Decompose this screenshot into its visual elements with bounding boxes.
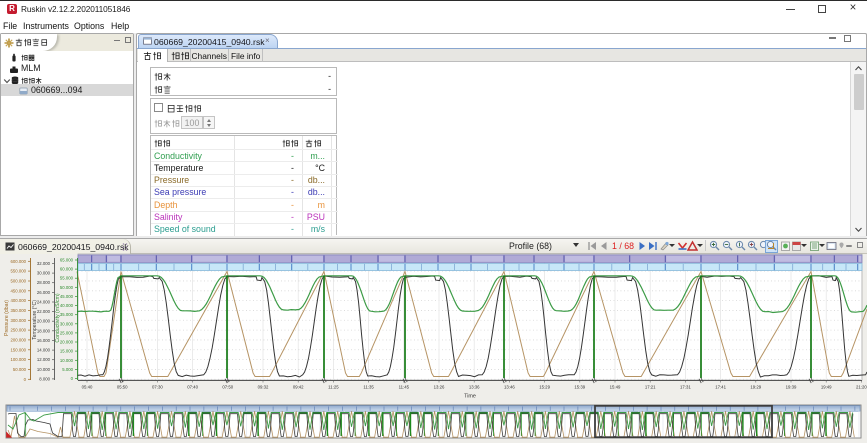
- svg-text:16.000: 16.000: [37, 338, 51, 343]
- svg-text:21:20: 21:20: [856, 385, 867, 390]
- svg-text:22.000: 22.000: [37, 309, 51, 314]
- svg-text:07:40: 07:40: [187, 385, 198, 390]
- svg-text:15.000: 15.000: [60, 349, 74, 354]
- svg-text:28.000: 28.000: [37, 280, 51, 285]
- svg-text:50.000: 50.000: [13, 367, 27, 372]
- svg-text:15:49: 15:49: [610, 385, 621, 390]
- svg-text:150.000: 150.000: [10, 347, 26, 352]
- svg-text:450.000: 450.000: [10, 288, 26, 293]
- svg-text:100.000: 100.000: [10, 357, 26, 362]
- svg-text:17:31: 17:31: [680, 385, 691, 390]
- svg-text:300.000: 300.000: [10, 318, 26, 323]
- svg-text:20.000: 20.000: [60, 340, 74, 345]
- svg-text:50.000: 50.000: [60, 285, 74, 290]
- svg-text:30.000: 30.000: [37, 271, 51, 276]
- svg-text:11:35: 11:35: [363, 385, 374, 390]
- svg-text:15:39: 15:39: [574, 385, 585, 390]
- svg-text:07:50: 07:50: [222, 385, 233, 390]
- svg-text:600.000: 600.000: [10, 259, 26, 264]
- svg-text:13:26: 13:26: [434, 385, 445, 390]
- svg-text:200.000: 200.000: [10, 337, 26, 342]
- svg-text:05:50: 05:50: [117, 385, 128, 390]
- svg-text:55.000: 55.000: [60, 276, 74, 281]
- svg-text:11:25: 11:25: [328, 385, 339, 390]
- svg-text:18.000: 18.000: [37, 328, 51, 333]
- svg-text:07:30: 07:30: [152, 385, 163, 390]
- svg-text:09:32: 09:32: [258, 385, 269, 390]
- svg-text:250.000: 250.000: [10, 328, 26, 333]
- svg-text:45.000: 45.000: [60, 294, 74, 299]
- svg-text:550.000: 550.000: [10, 269, 26, 274]
- svg-text:05:40: 05:40: [82, 385, 93, 390]
- svg-text:350.000: 350.000: [10, 308, 26, 313]
- svg-text:8.000: 8.000: [39, 376, 50, 381]
- svg-text:400.000: 400.000: [10, 298, 26, 303]
- svg-text:17:41: 17:41: [715, 385, 726, 390]
- svg-text:Temperature (°C): Temperature (°C): [32, 300, 38, 340]
- svg-text:24.000: 24.000: [37, 300, 51, 305]
- svg-text:65.000: 65.000: [60, 258, 74, 263]
- svg-text:60.000: 60.000: [60, 267, 74, 272]
- svg-text:09:42: 09:42: [293, 385, 304, 390]
- svg-text:10.000: 10.000: [60, 358, 74, 363]
- svg-text:0: 0: [71, 376, 74, 381]
- svg-text:12.000: 12.000: [37, 357, 51, 362]
- svg-text:19:29: 19:29: [750, 385, 761, 390]
- svg-text:5.000: 5.000: [62, 367, 73, 372]
- svg-text:40.000: 40.000: [60, 303, 74, 308]
- svg-text:35.000: 35.000: [60, 312, 74, 317]
- svg-text:10.000: 10.000: [37, 367, 51, 372]
- svg-text:500.000: 500.000: [10, 279, 26, 284]
- svg-text:11:45: 11:45: [399, 385, 410, 390]
- svg-text:26.000: 26.000: [37, 290, 51, 295]
- svg-text:32.000: 32.000: [37, 261, 51, 266]
- svg-text:13:36: 13:36: [469, 385, 480, 390]
- svg-text:Pressure (dbar): Pressure (dbar): [4, 300, 10, 336]
- svg-text:19:49: 19:49: [821, 385, 832, 390]
- svg-text:13:46: 13:46: [504, 385, 515, 390]
- svg-text:30.000: 30.000: [60, 321, 74, 326]
- svg-text:19:39: 19:39: [786, 385, 797, 390]
- svg-text:20.000: 20.000: [37, 319, 51, 324]
- svg-text:Time: Time: [464, 394, 476, 400]
- svg-text:14.000: 14.000: [37, 348, 51, 353]
- svg-text:17:21: 17:21: [645, 385, 656, 390]
- svg-text:25.000: 25.000: [60, 330, 74, 335]
- svg-text:0: 0: [24, 377, 27, 382]
- svg-text:15:29: 15:29: [539, 385, 550, 390]
- svg-text:Conductivity (mS/cm): Conductivity (mS/cm): [55, 293, 61, 343]
